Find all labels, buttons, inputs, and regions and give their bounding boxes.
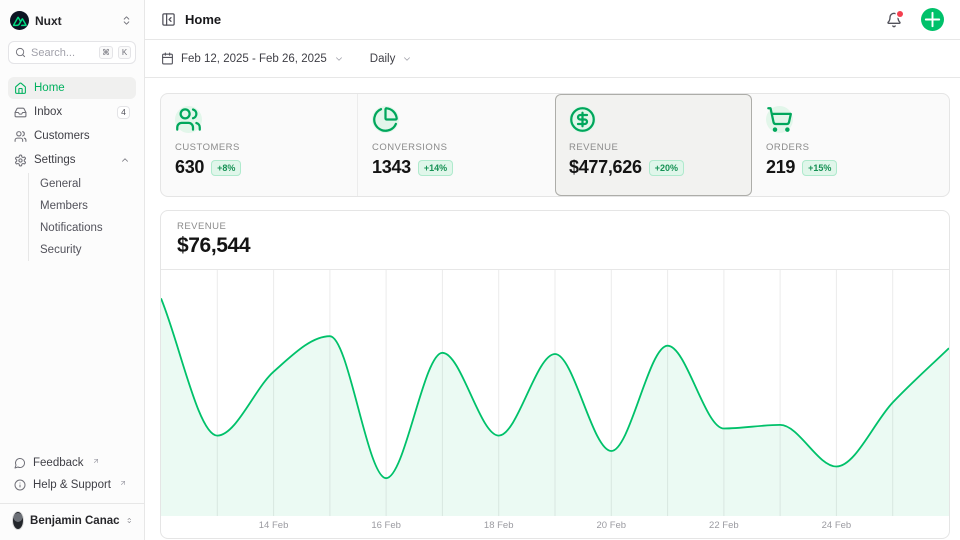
sidebar-subitem-notifications[interactable]: Notifications	[40, 217, 136, 239]
add-button[interactable]	[921, 8, 944, 31]
info-icon	[14, 479, 26, 491]
inbox-count-badge: 4	[117, 106, 130, 119]
workspace-name: Nuxt	[35, 14, 115, 28]
chart-label: REVENUE	[177, 221, 933, 232]
sidebar-spacer	[8, 263, 136, 452]
sidebar-subitem-security[interactable]: Security	[40, 239, 136, 261]
avatar	[12, 511, 24, 530]
notifications-button[interactable]	[886, 12, 902, 28]
topbar: Home	[145, 0, 960, 40]
sidebar-nav: Home Inbox 4 Customers Settings GeneralM…	[8, 77, 136, 263]
sidebar-subitem-general[interactable]: General	[40, 173, 136, 195]
inbox-icon	[14, 106, 27, 119]
filter-toolbar: Feb 12, 2025 - Feb 26, 2025 Daily	[145, 40, 960, 78]
kbd-k: K	[118, 46, 131, 59]
chart-svg	[161, 270, 949, 516]
interval-value: Daily	[370, 53, 396, 65]
sidebar-footer-links: FeedbackHelp & Support	[8, 452, 136, 496]
stat-card-conversions[interactable]: CONVERSIONS 1343 +14%	[358, 94, 555, 196]
chevrons-up-down-icon	[126, 515, 132, 526]
sidebar-subitem-members[interactable]: Members	[40, 195, 136, 217]
external-link-icon	[119, 479, 127, 487]
page-title: Home	[185, 12, 877, 27]
chart-pie-icon	[372, 106, 399, 133]
users-icon	[175, 106, 202, 133]
house-icon	[14, 82, 27, 95]
stats-row: CUSTOMERS 630 +8% CONVERSIONS 1343 +14% …	[160, 93, 950, 197]
revenue-chart-card: REVENUE $76,544 14 Feb 16 Feb 18 Feb 20 Feb…	[160, 210, 950, 539]
stat-card-revenue[interactable]: REVENUE $477,626 +20%	[555, 94, 752, 196]
search-icon	[15, 47, 26, 58]
shopping-cart-icon	[766, 106, 793, 133]
plus-icon	[921, 8, 944, 31]
x-tick-label: 22 Feb	[709, 520, 739, 531]
collapse-sidebar-button[interactable]	[161, 12, 176, 27]
content: CUSTOMERS 630 +8% CONVERSIONS 1343 +14% …	[145, 78, 960, 540]
stat-card-customers[interactable]: CUSTOMERS 630 +8%	[161, 94, 358, 196]
main: Home Feb 12, 2025 - Feb 26, 2025 Daily C…	[145, 0, 960, 540]
calendar-icon	[161, 52, 174, 65]
delta-badge: +14%	[418, 160, 453, 176]
x-tick-label: 18 Feb	[484, 520, 514, 531]
external-link-icon	[92, 457, 100, 465]
notification-dot	[897, 11, 903, 17]
user-menu[interactable]: Benjamin Canac	[8, 504, 136, 532]
workspace-switcher[interactable]: Nuxt	[8, 9, 136, 32]
x-tick-label: 14 Feb	[259, 520, 289, 531]
kbd-cmd: ⌘	[99, 46, 113, 59]
sidebar-link-help-support[interactable]: Help & Support	[8, 474, 136, 496]
sidebar-item-inbox[interactable]: Inbox 4	[8, 101, 136, 123]
search-placeholder: Search...	[31, 47, 94, 59]
x-tick-label: 24 Feb	[822, 520, 852, 531]
nuxt-logo-icon	[10, 11, 29, 30]
chevron-up-icon	[120, 155, 130, 165]
interval-select[interactable]: Daily	[370, 53, 413, 65]
user-name: Benjamin Canac	[30, 515, 119, 527]
stat-card-orders[interactable]: ORDERS 219 +15%	[752, 94, 949, 196]
sidebar-item-home[interactable]: Home	[8, 77, 136, 99]
app: Nuxt Search... ⌘ K Home Inbox 4 Customer…	[0, 0, 960, 540]
delta-badge: +8%	[211, 160, 241, 176]
date-range-picker[interactable]: Feb 12, 2025 - Feb 26, 2025	[161, 52, 344, 65]
sidebar-item-customers[interactable]: Customers	[8, 125, 136, 147]
date-range-value: Feb 12, 2025 - Feb 26, 2025	[181, 53, 327, 65]
chevrons-up-down-icon	[121, 15, 132, 26]
circle-dollar-icon	[569, 106, 596, 133]
chart-header: REVENUE $76,544	[161, 211, 949, 270]
users-icon	[14, 130, 27, 143]
search-input[interactable]: Search... ⌘ K	[8, 41, 136, 64]
sidebar-item-settings[interactable]: Settings	[8, 149, 136, 171]
delta-badge: +20%	[649, 160, 684, 176]
chevron-down-icon	[402, 54, 412, 64]
revenue-area-chart[interactable]	[161, 270, 949, 516]
settings-children: GeneralMembersNotificationsSecurity	[28, 173, 136, 261]
x-tick-label: 20 Feb	[596, 520, 626, 531]
chevron-down-icon	[334, 54, 344, 64]
sidebar: Nuxt Search... ⌘ K Home Inbox 4 Customer…	[0, 0, 145, 540]
gear-icon	[14, 154, 27, 167]
chart-value: $76,544	[177, 234, 933, 258]
chart-x-axis: 14 Feb 16 Feb 18 Feb 20 Feb 22 Feb 24 Feb	[161, 516, 949, 536]
x-tick-label: 16 Feb	[371, 520, 401, 531]
message-circle-icon	[14, 457, 26, 469]
sidebar-link-feedback[interactable]: Feedback	[8, 452, 136, 474]
delta-badge: +15%	[802, 160, 837, 176]
